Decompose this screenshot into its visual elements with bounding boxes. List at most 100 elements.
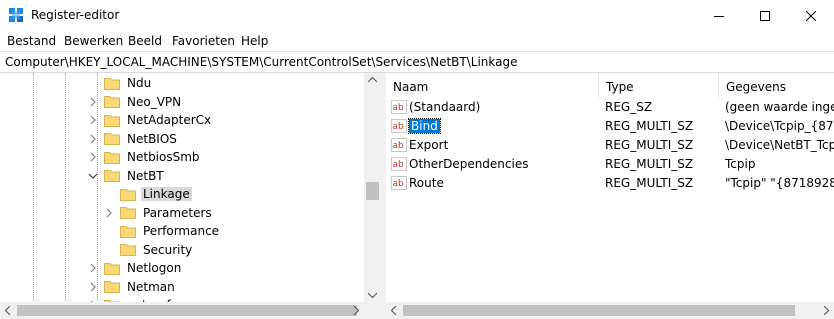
folder-icon (104, 77, 120, 90)
expander-placeholder (104, 226, 114, 236)
value-data: "Tcpip" "{8718928D- (725, 176, 834, 190)
minimize-button[interactable] (696, 0, 742, 31)
value-type: REG_MULTI_SZ (605, 157, 694, 171)
tree-guide-line (33, 73, 34, 319)
folder-icon (104, 96, 120, 108)
folder-icon (104, 133, 120, 145)
tree-item-label: NetbiosSmb (127, 150, 200, 164)
tree-vertical-scroll-thumb[interactable] (366, 182, 379, 200)
folder-icon (104, 170, 120, 182)
tree-item[interactable]: Parameters (104, 204, 214, 222)
value-data: \Device\Tcpip_{8718928D- (725, 119, 834, 133)
values-list[interactable]: Naam Type Gegevens ab (Standaard) REG_SZ (g… (386, 73, 834, 319)
column-header-type[interactable]: Type (599, 73, 719, 99)
scroll-left-arrow-icon[interactable] (391, 306, 397, 315)
value-type: REG_MULTI_SZ (605, 119, 694, 133)
value-name: OtherDependencies (409, 157, 529, 171)
title-bar[interactable]: Register-editor (0, 0, 834, 31)
folder-icon (120, 188, 136, 201)
chevron-right-icon[interactable] (88, 115, 98, 125)
tree-item[interactable]: Ndu (88, 74, 153, 92)
value-row[interactable]: ab Route REG_MULTI_SZ "Tcpip" "{8718928D- (386, 174, 834, 193)
svg-text:ab: ab (393, 103, 405, 113)
chevron-right-icon[interactable] (88, 134, 98, 144)
tree-item-label: NetAdapterCx (127, 113, 212, 127)
folder-icon (104, 151, 120, 164)
chevron-right-icon[interactable] (88, 263, 98, 273)
value-data: (geen waarde ingesteld) (725, 100, 834, 114)
value-row[interactable]: abBind REG_MULTI_SZ \Device\Tcpip_{8718928… (386, 117, 834, 136)
tree-item-label: Security (143, 242, 193, 257)
menu-help[interactable]: Help (241, 34, 268, 48)
column-header-name-label: Naam (393, 80, 429, 94)
folder-icon (120, 207, 136, 219)
expander-placeholder (88, 78, 98, 88)
tree-guide-line (65, 73, 66, 319)
menu-bewerken[interactable]: Bewerken (64, 34, 123, 48)
close-icon (806, 10, 816, 21)
column-header-type-label: Type (606, 80, 634, 94)
key-tree[interactable]: Ndu Neo_VPN NetAdapterCx NetBIOS NetbiosSmb N… (0, 73, 381, 319)
scroll-down-arrow-icon[interactable] (368, 292, 377, 298)
value-row[interactable]: ab (Standaard) REG_SZ (geen waarde ingestel… (386, 98, 834, 117)
list-horizontal-scrollbar[interactable] (386, 302, 834, 319)
chevron-right-icon[interactable] (88, 282, 98, 292)
tree-horizontal-scroll-thumb[interactable] (17, 305, 357, 316)
menu-favorieten[interactable]: Favorieten (172, 34, 235, 48)
tree-item-label: Performance (143, 224, 220, 238)
scroll-right-arrow-icon[interactable] (823, 306, 829, 315)
scrollbar-corner (364, 302, 381, 319)
menu-bestand[interactable]: Bestand (7, 34, 56, 48)
menu-beeld[interactable]: Beeld (128, 34, 162, 48)
string-value-icon: ab (391, 138, 407, 152)
svg-text:ab: ab (393, 179, 405, 189)
menu-bar: Bestand Bewerken Beeld Favorieten Help (0, 31, 834, 51)
value-type: REG_MULTI_SZ (605, 176, 694, 190)
chevron-right-icon[interactable] (88, 97, 98, 107)
value-row[interactable]: ab Export REG_MULTI_SZ \Device\NetBT_Tcpip_… (386, 136, 834, 155)
tree-item[interactable]: Performance (104, 222, 221, 240)
column-header-name[interactable]: Naam (386, 73, 599, 99)
list-horizontal-scroll-thumb[interactable] (403, 305, 795, 316)
address-bar[interactable]: Computer\HKEY_LOCAL_MACHINE\SYSTEM\Curre… (0, 51, 834, 73)
column-header-data-label: Gegevens (726, 80, 787, 94)
tree-item[interactable]: Netlogon (88, 259, 183, 277)
value-name: Bind (408, 118, 441, 134)
chevron-right-icon[interactable] (104, 208, 114, 218)
chevron-down-icon[interactable] (88, 171, 98, 181)
maximize-icon (760, 10, 770, 21)
scroll-right-arrow-icon[interactable] (353, 306, 359, 315)
window-title: Register-editor (31, 8, 120, 22)
chevron-right-icon[interactable] (88, 152, 98, 162)
tree-item[interactable]: Neo_VPN (88, 93, 183, 111)
tree-item-label: Ndu (127, 76, 152, 90)
tree-horizontal-scrollbar[interactable] (0, 302, 364, 319)
tree-item[interactable]: Linkage (104, 185, 192, 203)
tree-item-label: Neo_VPN (127, 94, 182, 109)
value-name: (Standaard) (409, 100, 481, 114)
regedit-icon (9, 8, 23, 22)
tree-item[interactable]: Netman (88, 278, 177, 296)
svg-text:ab: ab (393, 122, 405, 132)
close-button[interactable] (788, 0, 834, 31)
tree-item[interactable]: NetbiosSmb (88, 148, 202, 166)
tree-item[interactable]: Security (104, 241, 194, 259)
value-name: Export (409, 138, 449, 152)
value-row[interactable]: ab OtherDependencies REG_MULTI_SZ Tcpip (386, 155, 834, 174)
value-name: Route (409, 176, 444, 190)
svg-text:ab: ab (393, 160, 405, 170)
tree-item-label: Netman (127, 279, 175, 294)
scroll-left-arrow-icon[interactable] (5, 306, 11, 315)
scroll-up-arrow-icon[interactable] (368, 77, 377, 83)
svg-text:ab: ab (393, 141, 405, 151)
tree-item[interactable]: NetBT (88, 167, 166, 185)
minimize-icon (714, 15, 724, 17)
tree-item[interactable]: NetAdapterCx (88, 111, 213, 129)
address-path[interactable]: Computer\HKEY_LOCAL_MACHINE\SYSTEM\Curre… (5, 55, 517, 69)
tree-item[interactable]: NetBIOS (88, 130, 179, 148)
column-header-data[interactable]: Gegevens (719, 73, 834, 99)
maximize-button[interactable] (742, 0, 788, 31)
tree-vertical-scrollbar[interactable] (364, 73, 381, 302)
value-type: REG_MULTI_SZ (605, 138, 694, 152)
value-data: Tcpip (725, 157, 756, 171)
